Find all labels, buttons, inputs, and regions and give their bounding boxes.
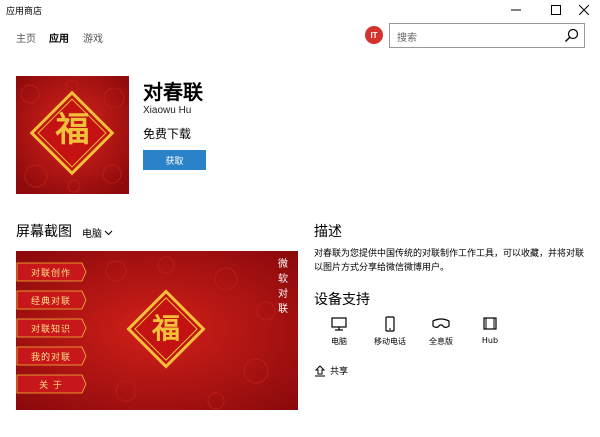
chevron-down-icon — [104, 230, 113, 235]
device-holographic: 全息版 — [416, 316, 466, 347]
screenshot-menu-item: 我的对联 — [30, 352, 71, 363]
share-icon — [314, 364, 326, 376]
developer-link[interactable]: Xiaowu Hu — [143, 105, 191, 116]
title-bar: 应用商店 — [0, 0, 600, 20]
device-support-heading: 设备支持 — [314, 292, 370, 308]
app-icon: 福 — [16, 76, 129, 194]
description-text: 对春联为您提供中国传统的对联制作工作工具，可以收藏，并将对联以图片方式分享给微信… — [314, 249, 585, 273]
device-label: 全息版 — [429, 337, 453, 346]
holographic-icon — [432, 318, 450, 328]
device-hub: Hub — [465, 316, 515, 345]
window-title: 应用商店 — [6, 7, 43, 17]
maximize-icon — [551, 5, 561, 15]
screenshot-center-glyph: 福 — [151, 312, 180, 345]
device-selector-label: 电脑 — [82, 229, 102, 240]
device-phone: 移动电话 — [365, 316, 415, 347]
close-icon — [579, 5, 589, 15]
device-pc: 电脑 — [314, 316, 364, 347]
tab-apps[interactable]: 应用 — [49, 30, 69, 45]
device-label: 移动电话 — [374, 337, 406, 346]
close-button[interactable] — [568, 0, 600, 20]
get-button[interactable]: 获取 — [143, 150, 206, 170]
price-label: 免费下载 — [143, 127, 192, 141]
vertical-title-char: 对 — [278, 289, 288, 300]
app-title: 对春联 — [143, 80, 203, 104]
screenshot-menu-item: 关 于 — [39, 380, 63, 391]
pc-icon — [331, 317, 347, 331]
description-heading: 描述 — [314, 224, 342, 240]
device-selector[interactable]: 电脑 — [82, 225, 113, 240]
app-icon-glyph: 福 — [55, 110, 90, 150]
search-input[interactable]: 搜索 — [397, 29, 417, 44]
device-label: 电脑 — [331, 337, 347, 346]
screenshot-vertical-title: 微 软 对 联 — [276, 257, 290, 317]
screenshot-menu-item: 经典对联 — [30, 296, 71, 307]
hub-icon — [483, 317, 497, 330]
share-button[interactable]: 共享 — [314, 364, 348, 377]
device-label: Hub — [481, 336, 499, 345]
tab-home[interactable]: 主页 — [16, 30, 36, 45]
vertical-title-char: 微 — [278, 259, 288, 270]
screenshot-menu-item: 对联创作 — [30, 268, 71, 279]
screenshots-heading: 屏幕截图 — [16, 224, 72, 240]
tab-games[interactable]: 游戏 — [83, 30, 103, 45]
vertical-title-char: 软 — [278, 274, 288, 285]
vertical-title-char: 联 — [278, 304, 288, 315]
minimize-icon — [511, 9, 521, 11]
store-window: 应用商店 主页 应用 游戏 IT 搜索 福 对春联 Xiaowu Hu 免费下载… — [0, 0, 600, 437]
user-avatar[interactable]: IT — [365, 26, 383, 44]
screenshot-menu-item: 对联知识 — [30, 324, 71, 335]
minimize-button[interactable] — [500, 0, 532, 20]
phone-icon — [385, 316, 395, 332]
search-icon[interactable] — [564, 28, 579, 43]
share-label: 共享 — [330, 367, 349, 377]
search-box[interactable]: 搜索 — [389, 23, 585, 48]
screenshot-image[interactable]: 对联创作 经典对联 对联知识 我的对联 关 于 福 微 软 对 联 — [16, 251, 298, 410]
